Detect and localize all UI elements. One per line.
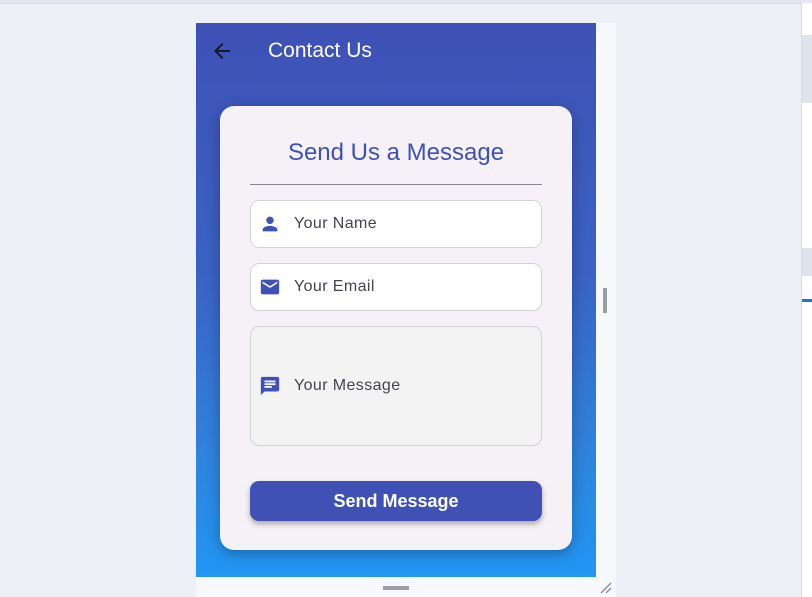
email-field[interactable]: Your Email (250, 263, 542, 311)
name-field[interactable]: Your Name (250, 200, 542, 248)
message-field[interactable]: Your Message (250, 326, 542, 446)
vertical-resize-handle[interactable] (383, 586, 409, 590)
email-placeholder: Your Email (294, 278, 375, 295)
heading-divider (250, 184, 542, 185)
arrow-back-icon[interactable] (210, 39, 234, 63)
devtools-panel-edge (801, 3, 812, 597)
email-icon (260, 279, 280, 295)
message-icon (260, 376, 280, 396)
page-title: Contact Us (268, 39, 372, 62)
browser-top-strip (0, 0, 812, 4)
app-viewport: Contact Us Send Us a Message Your Name Y… (196, 23, 596, 577)
send-message-button[interactable]: Send Message (250, 481, 542, 521)
contact-form-card: Send Us a Message Your Name Your Email Y… (220, 106, 572, 550)
corner-resize-handle[interactable] (599, 581, 612, 594)
horizontal-resize-handle[interactable] (603, 288, 607, 313)
name-placeholder: Your Name (294, 215, 378, 232)
message-placeholder: Your Message (294, 377, 401, 394)
person-icon (262, 216, 278, 232)
form-heading: Send Us a Message (287, 139, 505, 166)
app-bar: Contact Us (196, 23, 596, 79)
